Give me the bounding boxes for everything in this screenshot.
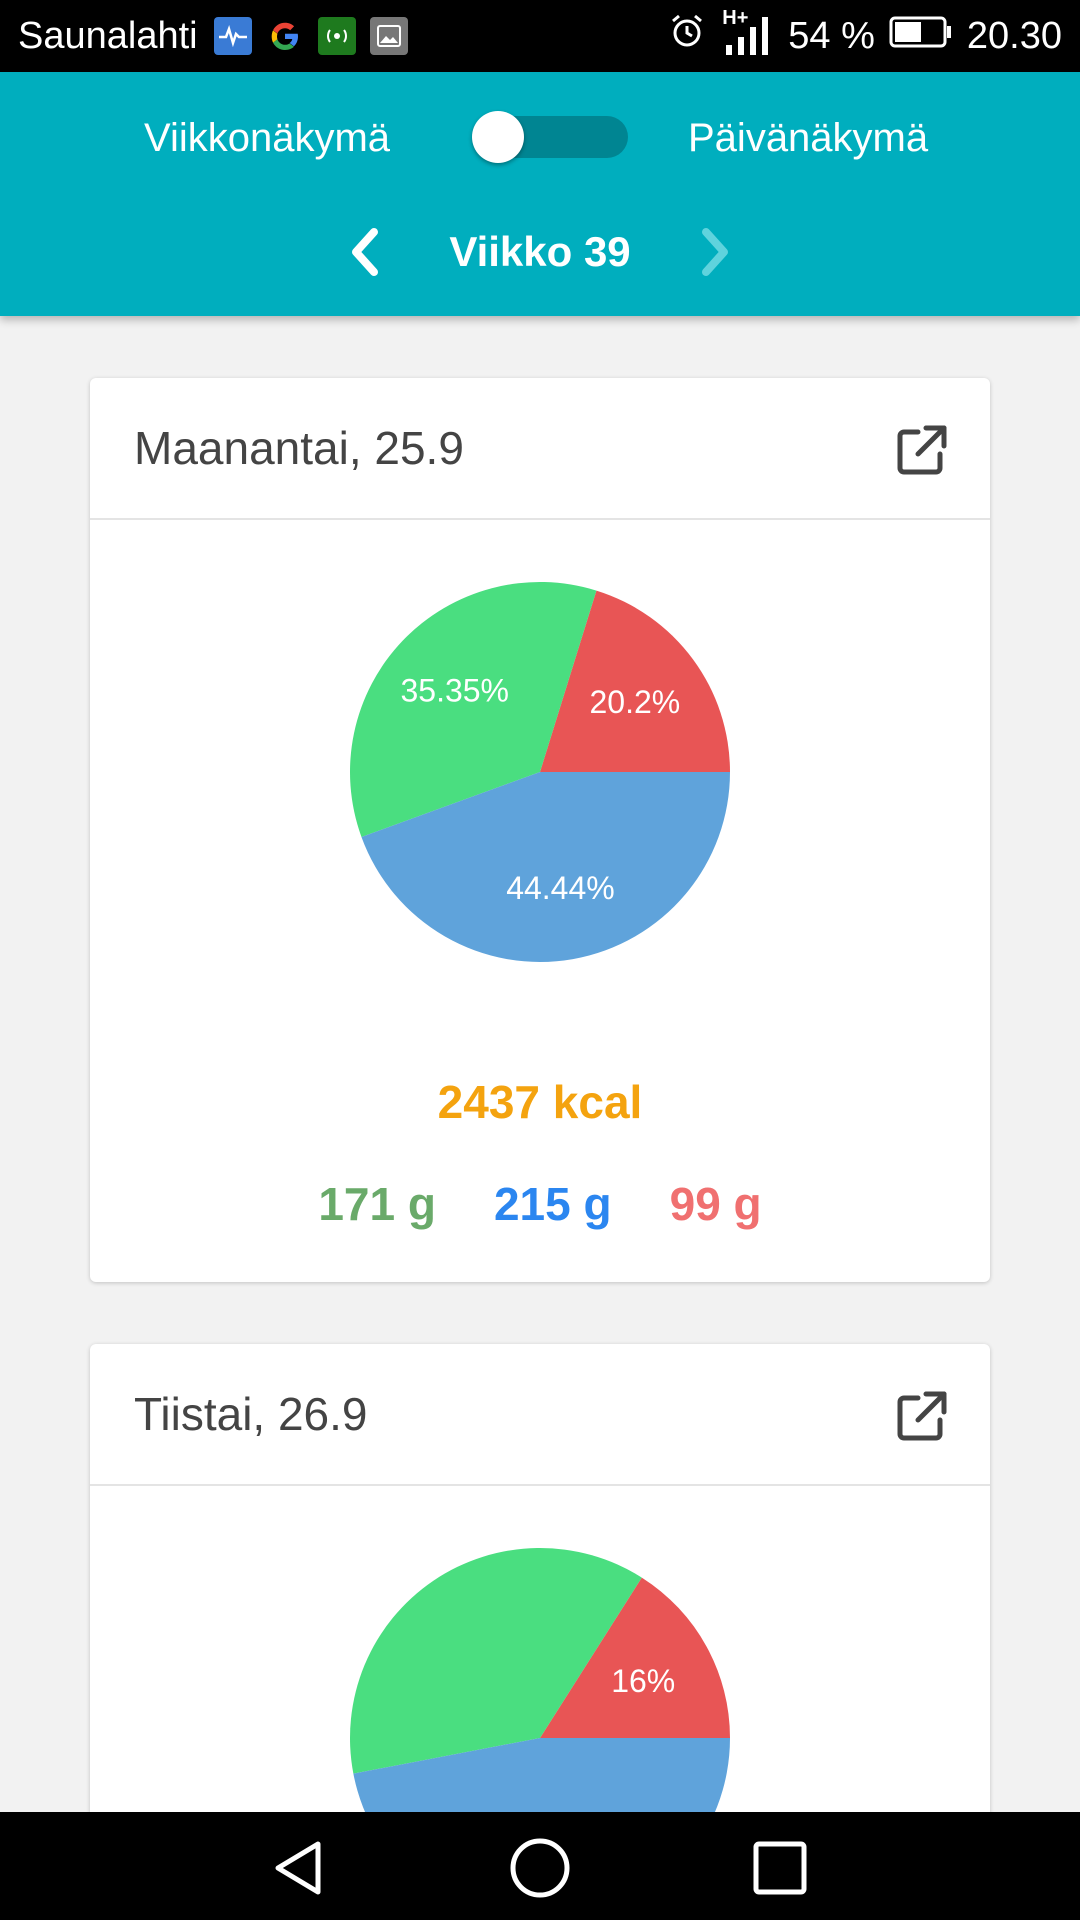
health-app-icon [214,17,252,55]
notification-icons [214,16,408,56]
chevron-right-icon [702,228,728,276]
carbs-grams: 215 g [493,1178,612,1230]
gallery-icon [370,17,408,55]
external-link-icon [897,1391,947,1441]
protein-grams: 171 g [318,1178,436,1230]
open-day-button[interactable] [894,422,950,478]
day-card-header: Tiistai, 26.9 [90,1344,990,1486]
system-status: H+ 54 % 20.30 [668,7,1062,60]
day-card: Maanantai, 25.9 20.2% 35.35% 44.44% 2437 k… [90,378,990,1282]
day-view-label[interactable]: Päivänäkymä [688,108,928,168]
battery-percent: 54 % [788,14,875,57]
pie-slice-label: 20.2% [589,684,680,720]
external-link-icon [897,425,947,475]
day-card-title: Maanantai, 25.9 [134,422,464,474]
chevron-left-icon [352,228,378,276]
carrier-name: Saunalahti [18,15,198,57]
day-card-title: Tiistai, 26.9 [134,1388,368,1440]
day-card-header: Maanantai, 25.9 [90,378,990,520]
signal-icon: H+ [720,7,774,59]
calories-total: 2437 kcal [437,1076,643,1128]
google-icon [266,17,304,55]
pie-slice-label: 35.35% [400,673,509,709]
fat-grams: 99 g [669,1178,762,1230]
status-bar: Saunalahti H+ 54 % 20.30 [0,0,1080,72]
app-header: Viikkonäkymä Päivänäkymä Viikko 39 [0,72,1080,316]
back-button[interactable] [268,1836,332,1900]
clock: 20.30 [966,14,1062,57]
view-toggle-knob[interactable] [472,111,524,163]
next-week-button[interactable] [684,222,744,282]
recent-square-icon [753,1841,807,1895]
pie-slice-label: 44.44% [506,870,615,906]
week-title: Viikko 39 [449,228,631,275]
back-triangle-icon [275,1841,321,1895]
recent-apps-button[interactable] [748,1836,812,1900]
alarm-icon [668,12,706,60]
battery-icon [889,15,953,58]
home-circle-icon [510,1838,570,1898]
macro-pie-chart: 20.2% 35.35% 44.44% [349,582,730,963]
wifi-hotspot-icon [318,17,356,55]
open-day-button[interactable] [894,1388,950,1444]
system-nav-bar [0,1812,1080,1920]
home-button[interactable] [508,1836,572,1900]
week-view-label[interactable]: Viikkonäkymä [144,108,390,168]
macro-totals: 171 g 215 g 99 g [90,1174,990,1234]
previous-week-button[interactable] [336,222,396,282]
pie-slice-label: 16% [611,1663,675,1699]
